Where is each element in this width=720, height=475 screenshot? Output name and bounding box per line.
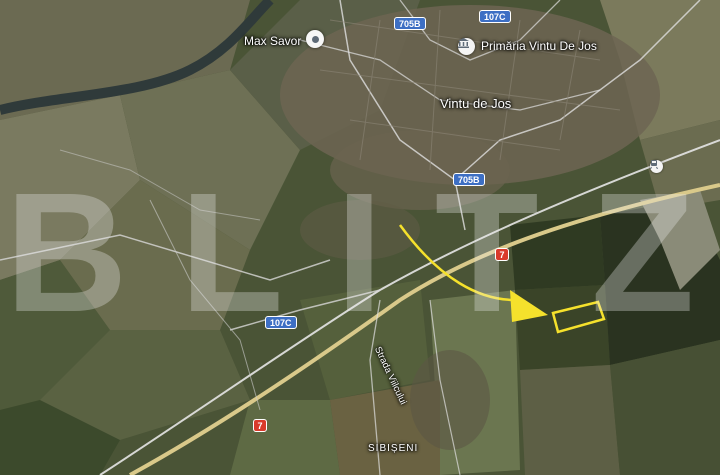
watermark: BLITZ [5,158,720,348]
village-label: SIBIȘENI [368,443,419,454]
poi-label-max-savor[interactable]: Max Savor [244,34,301,48]
poi-label-town-hall[interactable]: Primăria Vintu De Jos [481,39,597,53]
road-shield-107c: 107C [265,316,297,329]
road-shield-7: 7 [253,419,267,432]
road-shield-705b: 705B [394,17,426,30]
road-shield-705b: 705B [453,173,485,186]
train-station-icon[interactable] [650,160,663,173]
satellite-map[interactable]: BLITZ Max Savor Primăria Vintu De Jos Vi… [0,0,720,475]
place-pin-icon[interactable] [306,30,324,48]
road-shield-7: 7 [495,248,509,261]
road-shield-107c: 107C [479,10,511,23]
town-hall-icon[interactable] [458,38,475,55]
town-label: Vintu de Jos [440,96,512,111]
